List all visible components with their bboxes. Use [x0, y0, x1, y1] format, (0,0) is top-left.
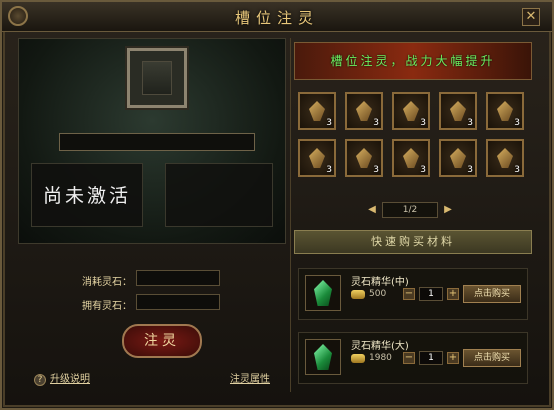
close-button[interactable]: ✕ — [522, 8, 540, 26]
material-count: 3 — [326, 118, 332, 128]
buy-button[interactable]: 点击购买 — [463, 285, 521, 303]
material-slot[interactable]: 3 — [486, 139, 524, 177]
material-slot[interactable]: 3 — [486, 92, 524, 130]
help-label: 升级说明 — [50, 374, 90, 385]
attribute-box — [165, 163, 273, 227]
activation-status: 尚未激活 — [31, 163, 143, 227]
material-icon — [309, 148, 325, 168]
material-slot[interactable]: 3 — [298, 139, 336, 177]
material-icon — [497, 101, 513, 121]
promo-banner: 槽位注灵，战力大幅提升 — [294, 42, 532, 80]
material-count: 3 — [420, 118, 426, 128]
inject-button[interactable]: 注灵 — [122, 324, 202, 358]
material-icon — [356, 101, 372, 121]
material-count: 3 — [467, 118, 473, 128]
shop-item: 灵石精华(大) 1980 − 1 + 点击购买 — [298, 332, 528, 384]
upgrade-help-link[interactable]: ? 升级说明 — [34, 370, 90, 386]
material-slot[interactable]: 3 — [345, 92, 383, 130]
material-slot[interactable]: 3 — [392, 92, 430, 130]
material-count: 3 — [514, 165, 520, 175]
material-icon — [450, 101, 466, 121]
quantity-field[interactable]: 1 — [419, 351, 443, 365]
item-slot[interactable] — [305, 275, 341, 311]
shop-item: 灵石精华(中) 500 − 1 + 点击购买 — [298, 268, 528, 320]
next-page-icon[interactable]: ▶ — [442, 204, 454, 216]
material-grid: 3 3 3 3 3 3 3 3 3 3 — [298, 92, 532, 184]
increase-button[interactable]: + — [447, 288, 459, 300]
material-count: 3 — [514, 118, 520, 128]
material-icon — [403, 101, 419, 121]
gold-icon — [351, 290, 365, 299]
prev-page-icon[interactable]: ◀ — [366, 204, 378, 216]
material-icon — [450, 148, 466, 168]
pager: ◀ 1/2 ▶ — [364, 202, 456, 218]
equipment-slot-icon — [142, 61, 172, 95]
material-count: 3 — [373, 165, 379, 175]
consume-label: 消耗灵石： — [82, 277, 132, 288]
material-slot[interactable]: 3 — [298, 92, 336, 130]
quantity-field[interactable]: 1 — [419, 287, 443, 301]
material-slot[interactable]: 3 — [439, 139, 477, 177]
crystal-icon — [314, 280, 332, 306]
material-count: 3 — [420, 165, 426, 175]
buy-button[interactable]: 点击购买 — [463, 349, 521, 367]
slot-name-bar — [59, 133, 255, 151]
material-count: 3 — [373, 118, 379, 128]
page-indicator: 1/2 — [382, 202, 438, 218]
infuse-attributes-link[interactable]: 注灵属性 — [230, 370, 270, 385]
decrease-button[interactable]: − — [403, 288, 415, 300]
item-name: 灵石精华(大) — [351, 341, 409, 352]
panel-divider — [290, 38, 291, 392]
own-value — [136, 294, 220, 310]
item-name: 灵石精华(中) — [351, 277, 409, 288]
material-icon — [356, 148, 372, 168]
slot-preview-panel: 尚未激活 — [18, 38, 286, 244]
material-slot[interactable]: 3 — [392, 139, 430, 177]
material-icon — [309, 101, 325, 121]
material-slot[interactable]: 3 — [439, 92, 477, 130]
material-slot[interactable]: 3 — [345, 139, 383, 177]
consume-value — [136, 270, 220, 286]
slot-infuse-window: 槽位注灵 ✕ 尚未激活 消耗灵石： 拥有灵石： 注灵 ? 升级说明 注灵属性 槽位… — [0, 0, 554, 410]
title-bar: 槽位注灵 ✕ — [2, 2, 552, 32]
question-icon: ? — [34, 374, 46, 386]
own-label: 拥有灵石： — [82, 301, 132, 312]
item-price: 500 — [369, 289, 387, 299]
crystal-icon — [314, 344, 332, 370]
material-icon — [403, 148, 419, 168]
decrease-button[interactable]: − — [403, 352, 415, 364]
item-price: 1980 — [369, 353, 392, 363]
increase-button[interactable]: + — [447, 352, 459, 364]
item-slot[interactable] — [305, 339, 341, 375]
equipment-slot[interactable] — [127, 48, 187, 108]
gold-icon — [351, 354, 365, 363]
material-count: 3 — [326, 165, 332, 175]
material-icon — [497, 148, 513, 168]
material-count: 3 — [467, 165, 473, 175]
window-title: 槽位注灵 — [234, 9, 319, 27]
quick-buy-button[interactable]: 快速购买材料 — [294, 230, 532, 254]
